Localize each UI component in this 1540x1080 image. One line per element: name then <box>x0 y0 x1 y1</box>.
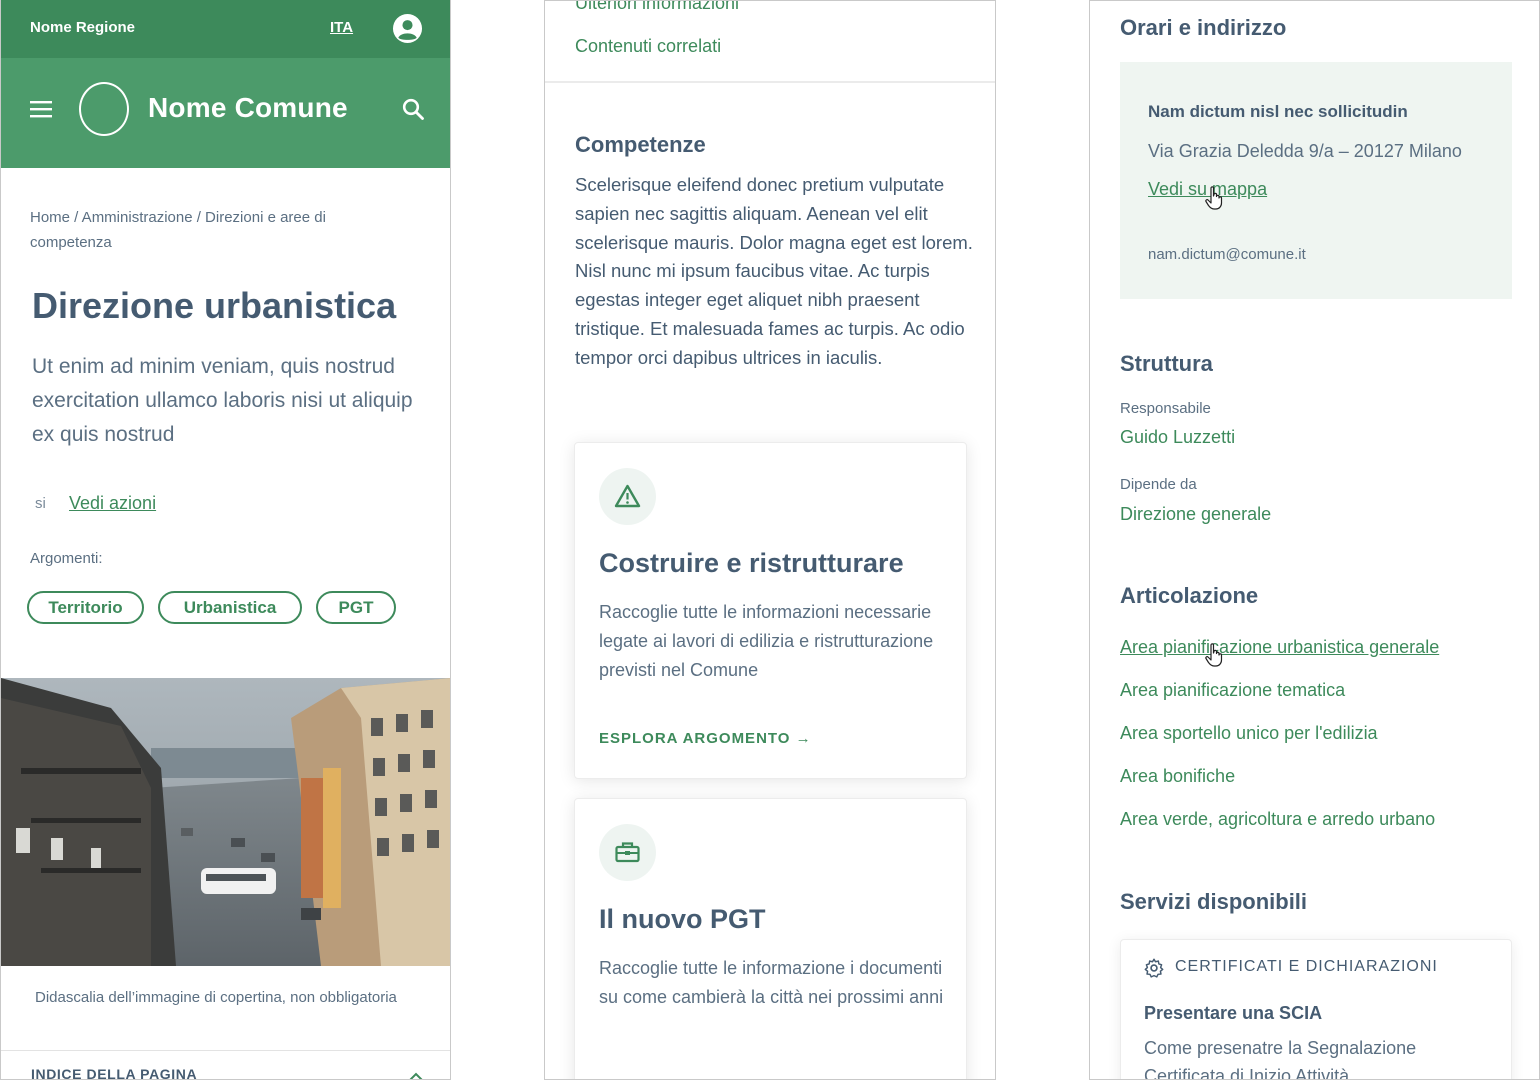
area-link[interactable]: Area sportello unico per l'edilizia <box>1120 723 1378 744</box>
competences-title: Competenze <box>575 132 706 157</box>
structure-title: Struttura <box>1120 351 1213 376</box>
mobile-panel-overview: Nome Regione ITA Nome Comune Home / Ammi… <box>0 0 451 1080</box>
cover-image <box>1 678 450 966</box>
topic-chip-pgt[interactable]: PGT <box>316 591 396 624</box>
hand-cursor-icon <box>1205 643 1223 667</box>
service-category[interactable]: CERTIFICATI E DICHIARAZIONI <box>1175 958 1438 976</box>
card-title[interactable]: Il nuovo PGT <box>599 904 766 935</box>
arrow-right-icon: → <box>795 730 812 747</box>
hamburger-icon[interactable] <box>30 100 52 118</box>
topic-chip-territorio[interactable]: Territorio <box>27 591 144 624</box>
address-box: Nam dictum nisl nec sollicitudin Via Gra… <box>1120 62 1512 299</box>
card-title[interactable]: Costruire e ristrutturare <box>599 548 904 579</box>
nav-link-ulteriori-informazioni[interactable]: Ulteriori informazioni <box>575 1 739 14</box>
divider <box>1 1050 450 1051</box>
municipality-name[interactable]: Nome Comune <box>148 92 348 124</box>
area-link[interactable]: Area pianificazione tematica <box>1120 680 1345 701</box>
card-text: Raccoglie tutte le informazioni necessar… <box>599 602 934 680</box>
topic-card[interactable]: Il nuovo PGT Raccoglie tutte le informaz… <box>574 798 967 1079</box>
card-icon-wrapper <box>599 824 656 881</box>
explore-topic-link[interactable]: ESPLORA ARGOMENTO → <box>599 730 812 747</box>
topic-card[interactable]: Costruire e ristrutturare Raccoglie tutt… <box>574 442 967 779</box>
page-title: Direzione urbanistica <box>32 285 397 326</box>
hours-address-title: Orari e indirizzo <box>1120 15 1287 40</box>
depends-link[interactable]: Direzione generale <box>1120 504 1271 525</box>
gear-icon <box>1144 958 1164 978</box>
depends-label: Dipende da <box>1120 476 1197 493</box>
page-index-toggle[interactable]: INDICE DELLA PAGINA <box>31 1066 197 1079</box>
topics-label: Argomenti: <box>30 550 103 567</box>
articulation-title: Articolazione <box>1120 583 1259 608</box>
municipality-logo[interactable] <box>79 82 129 136</box>
mobile-panel-competences: Ulteriori informazioni Contenuti correla… <box>544 0 996 1080</box>
warning-triangle-icon <box>614 484 641 508</box>
card-icon-wrapper <box>599 468 656 525</box>
nav-link-contenuti-correlati[interactable]: Contenuti correlati <box>575 36 721 57</box>
explore-topic-label: ESPLORA ARGOMENTO <box>599 730 791 747</box>
hand-cursor-icon <box>1205 186 1223 210</box>
office-street: Via Grazia Deledda 9/a – 20127 Milano <box>1148 141 1462 161</box>
actions-prefix: si <box>35 495 46 512</box>
area-link[interactable]: Area bonifiche <box>1120 766 1235 787</box>
mobile-panel-details: Orari e indirizzo Nam dictum nisl nec so… <box>1089 0 1540 1080</box>
area-link[interactable]: Area verde, agricoltura e arredo urbano <box>1120 809 1435 830</box>
region-topbar: Nome Regione ITA <box>1 0 450 58</box>
manager-link[interactable]: Guido Luzzetti <box>1120 427 1235 448</box>
view-actions-link[interactable]: Vedi azioni <box>69 493 156 514</box>
services-title: Servizi disponibili <box>1120 889 1308 914</box>
topic-chip-urbanistica[interactable]: Urbanistica <box>158 591 302 624</box>
service-title[interactable]: Presentare una SCIA <box>1144 1003 1322 1024</box>
cover-caption: Didascalia dell’immagine di copertina, n… <box>35 989 397 1006</box>
competences-text: Scelerisque eleifend donec pretium vulpu… <box>575 174 973 368</box>
divider <box>545 81 995 83</box>
toolbox-icon <box>615 842 640 863</box>
user-circle-icon[interactable] <box>392 13 423 44</box>
service-description: Come presenatre la Segnalazione Certific… <box>1144 1038 1417 1080</box>
chevron-up-icon[interactable] <box>408 1071 424 1080</box>
site-header: Nome Comune <box>1 58 450 168</box>
office-email[interactable]: nam.dictum@comune.it <box>1148 246 1306 263</box>
language-selector[interactable]: ITA <box>330 19 353 36</box>
breadcrumb[interactable]: Home / Amministrazione / Direzioni e are… <box>30 205 390 255</box>
search-icon[interactable] <box>402 98 424 120</box>
page-lead: Ut enim ad minim veniam, quis nostrud ex… <box>32 355 413 446</box>
region-name-link[interactable]: Nome Regione <box>30 19 135 36</box>
service-card[interactable]: CERTIFICATI E DICHIARAZIONI Presentare u… <box>1120 939 1512 1080</box>
card-text: Raccoglie tutte le informazione i docume… <box>599 958 944 1007</box>
area-link[interactable]: Area pianificazione urbanistica generale <box>1120 637 1439 658</box>
manager-label: Responsabile <box>1120 400 1211 417</box>
office-name: Nam dictum nisl nec sollicitudin <box>1148 102 1408 121</box>
